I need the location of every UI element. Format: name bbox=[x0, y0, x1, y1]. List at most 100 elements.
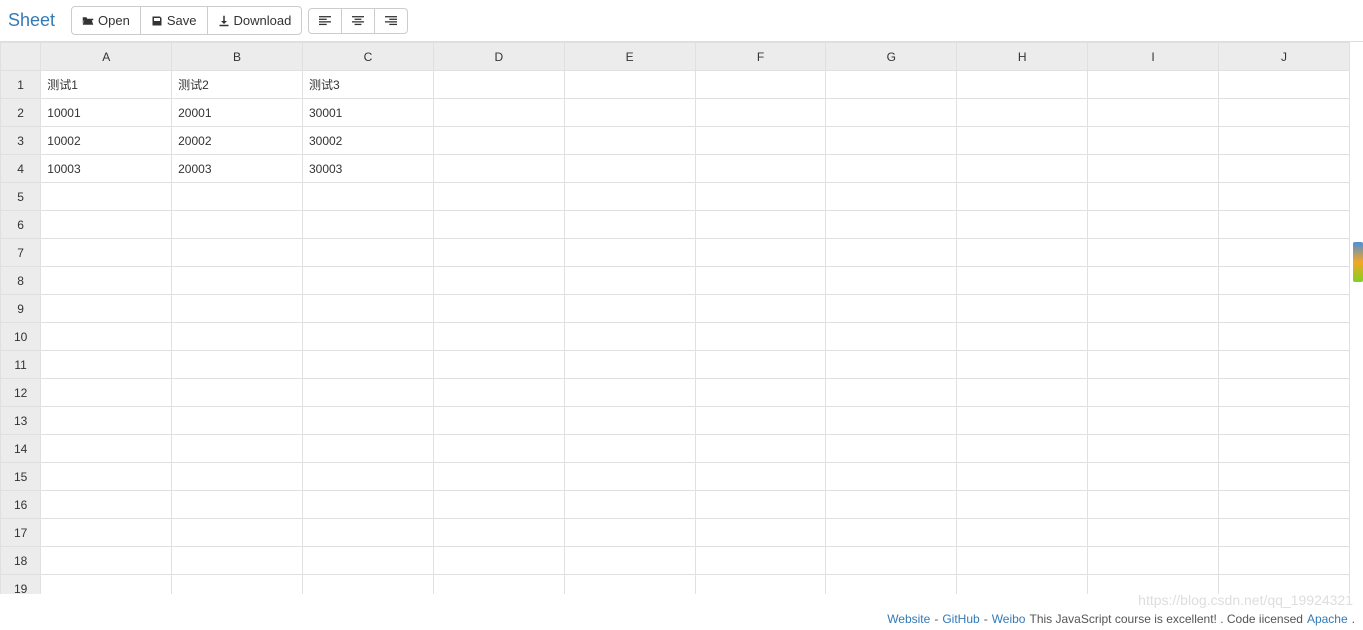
cell[interactable] bbox=[826, 519, 957, 547]
cell[interactable] bbox=[41, 491, 172, 519]
row-header[interactable]: 10 bbox=[1, 323, 41, 351]
cell[interactable] bbox=[302, 575, 433, 595]
column-header[interactable]: E bbox=[564, 43, 695, 71]
cell[interactable] bbox=[1219, 239, 1350, 267]
cell[interactable] bbox=[826, 435, 957, 463]
cell[interactable] bbox=[172, 435, 303, 463]
align-center-button[interactable] bbox=[341, 8, 375, 34]
cell[interactable] bbox=[172, 491, 303, 519]
cell[interactable]: 30002 bbox=[302, 127, 433, 155]
cell[interactable] bbox=[302, 183, 433, 211]
row-header[interactable]: 13 bbox=[1, 407, 41, 435]
cell[interactable] bbox=[826, 547, 957, 575]
cell[interactable] bbox=[172, 267, 303, 295]
cell[interactable] bbox=[695, 71, 826, 99]
cell[interactable] bbox=[957, 379, 1088, 407]
sheet-scroll[interactable]: ABCDEFGHIJ 1测试1测试2测试32100012000130001310… bbox=[0, 42, 1363, 594]
cell[interactable] bbox=[302, 267, 433, 295]
cell[interactable] bbox=[957, 183, 1088, 211]
cell[interactable] bbox=[1088, 379, 1219, 407]
cell[interactable] bbox=[1088, 575, 1219, 595]
cell[interactable] bbox=[695, 267, 826, 295]
cell[interactable] bbox=[826, 71, 957, 99]
cell[interactable] bbox=[433, 183, 564, 211]
cell[interactable] bbox=[302, 323, 433, 351]
cell[interactable] bbox=[695, 575, 826, 595]
cell[interactable] bbox=[564, 379, 695, 407]
row-header[interactable]: 2 bbox=[1, 99, 41, 127]
align-left-button[interactable] bbox=[308, 8, 342, 34]
cell[interactable]: 10003 bbox=[41, 155, 172, 183]
row-header[interactable]: 17 bbox=[1, 519, 41, 547]
cell[interactable] bbox=[433, 407, 564, 435]
cell[interactable] bbox=[1088, 211, 1219, 239]
cell[interactable] bbox=[564, 295, 695, 323]
cell[interactable] bbox=[695, 491, 826, 519]
cell[interactable] bbox=[695, 155, 826, 183]
footer-website-link[interactable]: Website bbox=[887, 612, 930, 626]
cell[interactable] bbox=[957, 491, 1088, 519]
cell[interactable] bbox=[41, 575, 172, 595]
cell[interactable]: 10001 bbox=[41, 99, 172, 127]
cell[interactable] bbox=[433, 71, 564, 99]
cell[interactable] bbox=[433, 239, 564, 267]
cell[interactable] bbox=[41, 211, 172, 239]
cell[interactable]: 10002 bbox=[41, 127, 172, 155]
cell[interactable] bbox=[695, 127, 826, 155]
row-header[interactable]: 19 bbox=[1, 575, 41, 595]
cell[interactable] bbox=[564, 267, 695, 295]
corner-cell[interactable] bbox=[1, 43, 41, 71]
cell[interactable] bbox=[826, 463, 957, 491]
cell[interactable] bbox=[172, 379, 303, 407]
cell[interactable] bbox=[957, 267, 1088, 295]
cell[interactable] bbox=[826, 183, 957, 211]
cell[interactable] bbox=[1219, 547, 1350, 575]
column-header[interactable]: F bbox=[695, 43, 826, 71]
cell[interactable] bbox=[695, 547, 826, 575]
cell[interactable] bbox=[1219, 519, 1350, 547]
row-header[interactable]: 15 bbox=[1, 463, 41, 491]
row-header[interactable]: 14 bbox=[1, 435, 41, 463]
row-header[interactable]: 11 bbox=[1, 351, 41, 379]
cell[interactable] bbox=[695, 407, 826, 435]
cell[interactable] bbox=[695, 435, 826, 463]
cell[interactable] bbox=[41, 239, 172, 267]
cell[interactable] bbox=[433, 519, 564, 547]
cell[interactable] bbox=[1088, 463, 1219, 491]
cell[interactable] bbox=[1219, 99, 1350, 127]
cell[interactable] bbox=[433, 435, 564, 463]
cell[interactable] bbox=[41, 519, 172, 547]
cell[interactable] bbox=[1219, 127, 1350, 155]
cell[interactable] bbox=[957, 575, 1088, 595]
cell[interactable] bbox=[172, 211, 303, 239]
cell[interactable] bbox=[564, 71, 695, 99]
cell[interactable] bbox=[564, 351, 695, 379]
cell[interactable] bbox=[1219, 183, 1350, 211]
cell[interactable] bbox=[433, 351, 564, 379]
cell[interactable] bbox=[41, 407, 172, 435]
cell[interactable] bbox=[957, 323, 1088, 351]
cell[interactable] bbox=[433, 127, 564, 155]
cell[interactable] bbox=[433, 211, 564, 239]
cell[interactable] bbox=[302, 239, 433, 267]
cell[interactable]: 测试2 bbox=[172, 71, 303, 99]
cell[interactable] bbox=[41, 295, 172, 323]
column-header[interactable]: C bbox=[302, 43, 433, 71]
cell[interactable] bbox=[1088, 491, 1219, 519]
cell[interactable]: 30003 bbox=[302, 155, 433, 183]
row-header[interactable]: 3 bbox=[1, 127, 41, 155]
cell[interactable] bbox=[433, 267, 564, 295]
cell[interactable] bbox=[957, 407, 1088, 435]
cell[interactable]: 20002 bbox=[172, 127, 303, 155]
cell[interactable] bbox=[564, 99, 695, 127]
cell[interactable] bbox=[695, 99, 826, 127]
cell[interactable] bbox=[826, 239, 957, 267]
column-header[interactable]: B bbox=[172, 43, 303, 71]
cell[interactable] bbox=[957, 547, 1088, 575]
cell[interactable] bbox=[41, 351, 172, 379]
cell[interactable] bbox=[1219, 351, 1350, 379]
cell[interactable] bbox=[1088, 323, 1219, 351]
footer-weibo-link[interactable]: Weibo bbox=[992, 612, 1026, 626]
cell[interactable] bbox=[826, 491, 957, 519]
cell[interactable] bbox=[433, 295, 564, 323]
